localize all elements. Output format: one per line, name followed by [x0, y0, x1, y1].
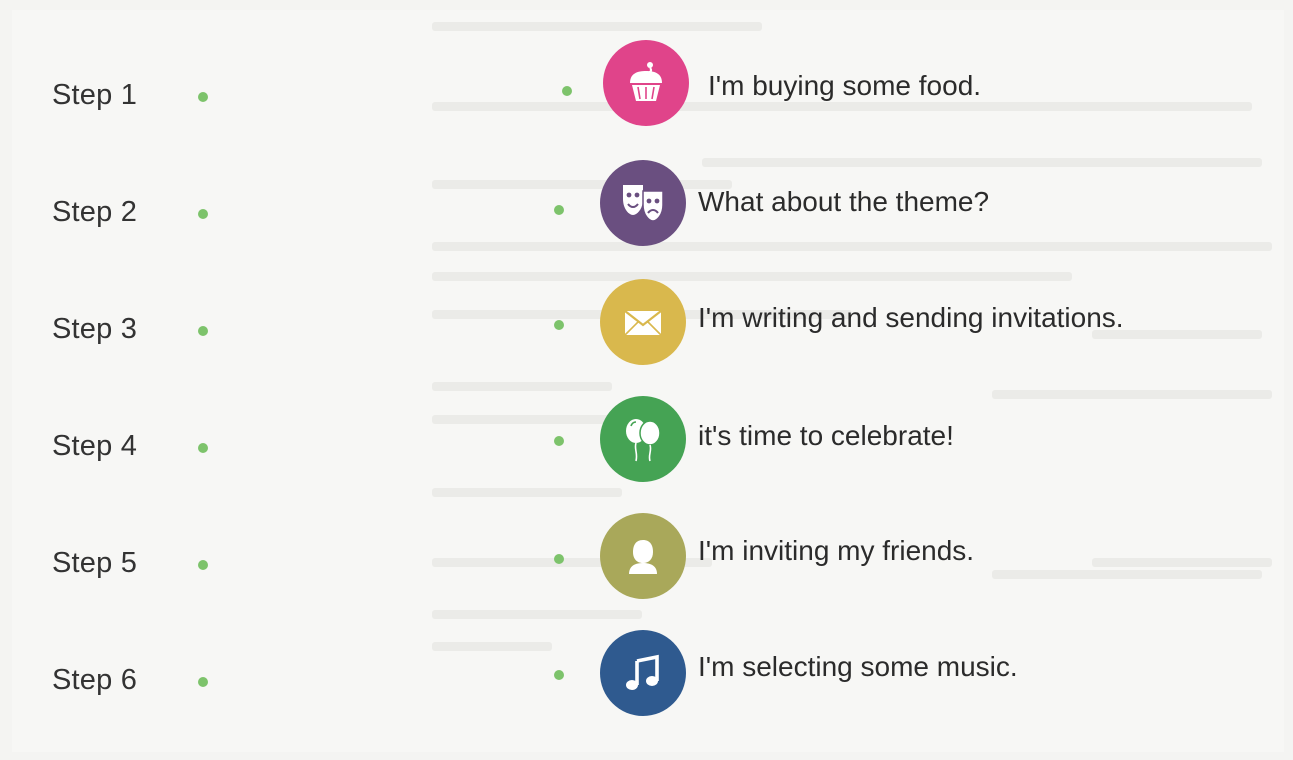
- step-5-left-dot[interactable]: [198, 560, 208, 570]
- step-4-sentence: it's time to celebrate!: [698, 420, 954, 451]
- envelope-icon: [600, 279, 686, 365]
- music-note-icon: [600, 630, 686, 716]
- step-3-right-dot[interactable]: [554, 320, 564, 330]
- step-label-4: Step 4: [52, 430, 138, 462]
- person-icon: [600, 513, 686, 599]
- step-label-2: Step 2: [52, 196, 138, 228]
- step-3-sentence: I'm writing and sending invitations.: [698, 302, 1124, 333]
- step-label-1: Step 1: [52, 79, 138, 111]
- step-2-left-dot[interactable]: [198, 209, 208, 219]
- step-5-right-dot[interactable]: [554, 554, 564, 564]
- step-6-right-dot[interactable]: [554, 670, 564, 680]
- step-1-sentence: I'm buying some food.: [708, 70, 982, 101]
- step-1-left-dot[interactable]: [198, 92, 208, 102]
- step-1-right-dot[interactable]: [562, 86, 572, 96]
- step-label-3: Step 3: [52, 313, 138, 345]
- step-2-right-dot[interactable]: [554, 205, 564, 215]
- step-5-sentence: I'm inviting my friends.: [698, 535, 975, 566]
- step-4-right-dot[interactable]: [554, 436, 564, 446]
- cupcake-icon: [603, 40, 689, 126]
- step-4-left-dot[interactable]: [198, 443, 208, 453]
- step-6-sentence: I'm selecting some music.: [698, 651, 1018, 682]
- step-label-6: Step 6: [52, 664, 138, 696]
- step-6-left-dot[interactable]: [198, 677, 208, 687]
- step-3-left-dot[interactable]: [198, 326, 208, 336]
- step-2-sentence: What about the theme?: [698, 186, 990, 217]
- balloons-icon: [600, 396, 686, 482]
- step-label-5: Step 5: [52, 547, 138, 579]
- theater-masks-icon: [600, 160, 686, 246]
